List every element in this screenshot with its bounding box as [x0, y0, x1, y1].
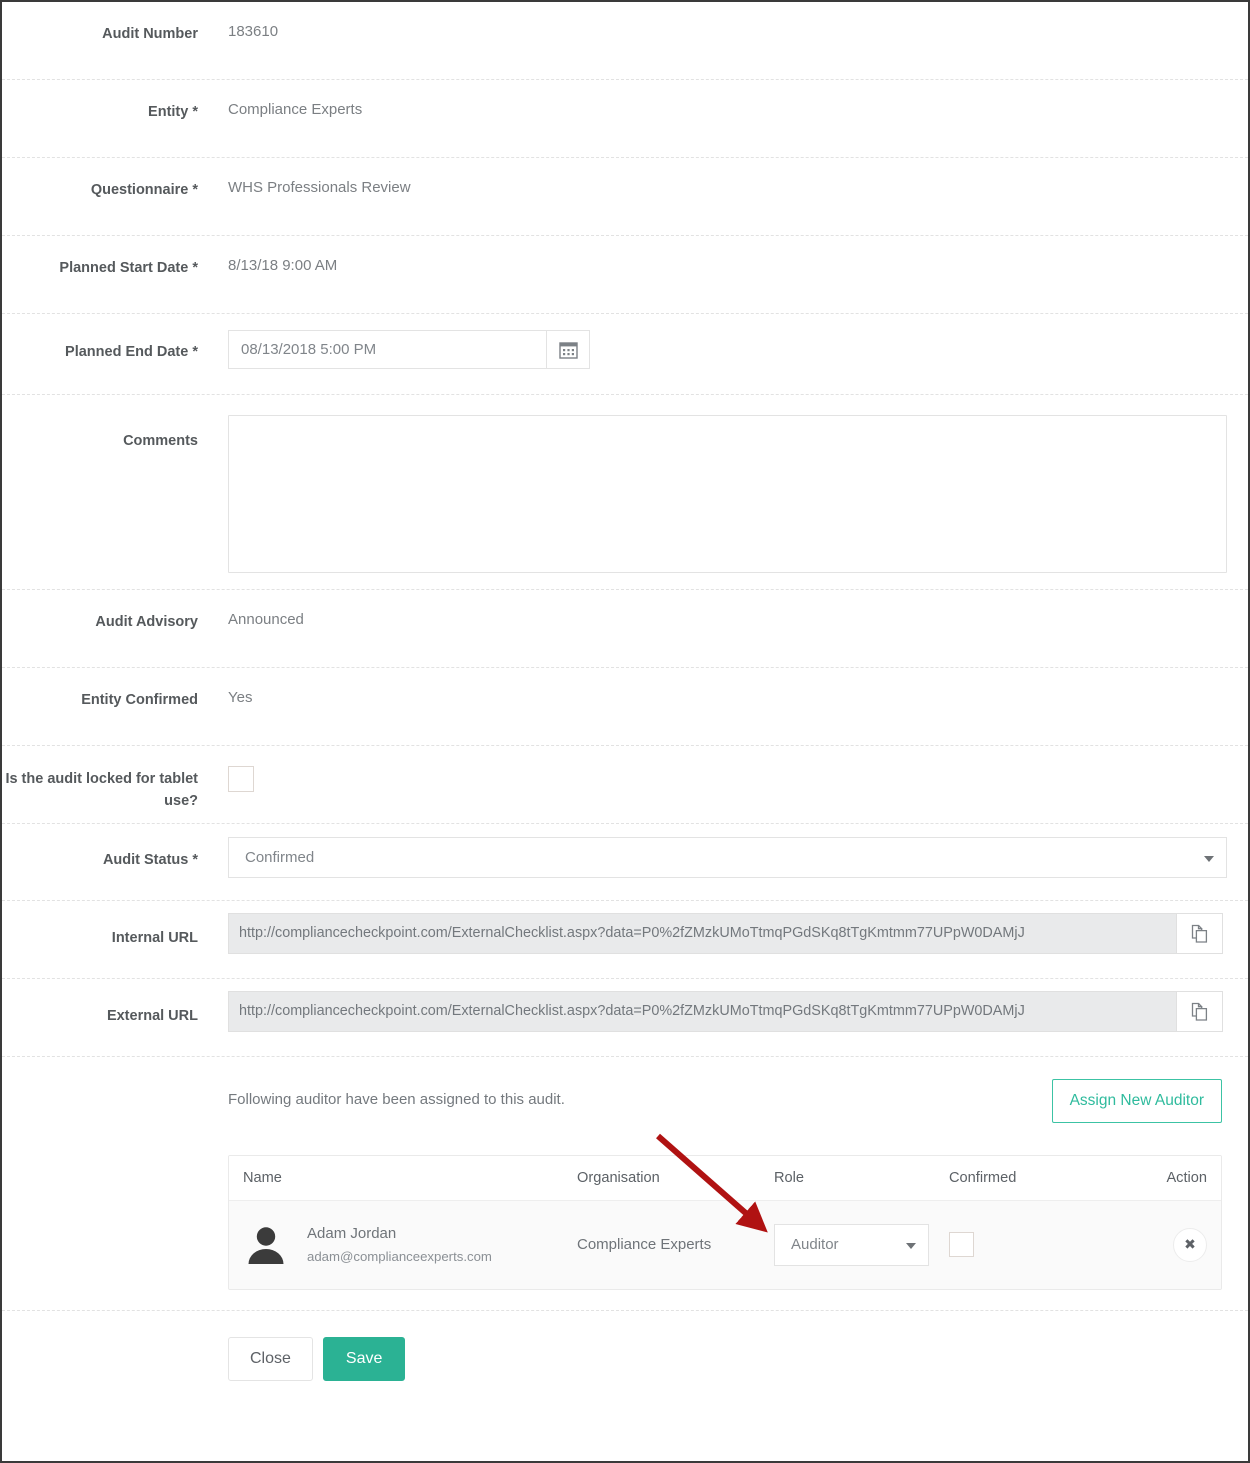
save-button[interactable]: Save [322, 1336, 406, 1381]
column-header-role: Role [774, 1169, 805, 1186]
form-row-audit-status: Audit Status * Confirmed [2, 824, 1248, 901]
label-planned-end-date: Planned End Date * [65, 344, 198, 360]
tablet-lock-checkbox[interactable] [228, 766, 254, 792]
auditor-role-cell: Auditor [774, 1223, 949, 1266]
audit-details-page: Audit Number 183610 Entity * Compliance … [0, 0, 1250, 1463]
copy-icon [1191, 924, 1208, 943]
close-icon: ✖ [1184, 1236, 1196, 1252]
auditor-role-selected-value: Auditor [791, 1235, 839, 1253]
label-audit-number: Audit Number [102, 26, 198, 42]
auditor-email: adam@complianceexperts.com [307, 1248, 492, 1264]
form-row-tablet-lock: Is the audit locked for tablet use? [2, 746, 1248, 824]
chevron-down-icon [1204, 855, 1214, 862]
value-questionnaire: WHS Professionals Review [228, 179, 411, 196]
form-row-comments: Comments [2, 395, 1248, 590]
auditors-note: Following auditor have been assigned to … [228, 1091, 565, 1108]
label-comments: Comments [123, 433, 198, 449]
label-entity: Entity * [148, 104, 198, 120]
auditors-table-header: Name Organisation Role Confirmed Action [229, 1155, 1221, 1201]
form-row-questionnaire: Questionnaire * WHS Professionals Review [2, 158, 1248, 236]
chevron-down-icon [906, 1242, 916, 1249]
column-header-action: Action [1166, 1169, 1207, 1186]
external-url-field-wrap: http://compliancecheckpoint.com/External… [198, 979, 1248, 1032]
remove-auditor-button[interactable]: ✖ [1173, 1227, 1207, 1262]
value-entity: Compliance Experts [228, 101, 363, 118]
comments-textarea[interactable] [228, 415, 1227, 573]
external-url-input[interactable]: http://compliancecheckpoint.com/External… [228, 991, 1176, 1032]
calendar-icon [558, 342, 578, 359]
internal-url-field-wrap: http://compliancecheckpoint.com/External… [198, 901, 1248, 954]
form-row-internal-url: Internal URL http://compliancecheckpoint… [2, 901, 1248, 979]
value-audit-advisory: Announced [228, 611, 304, 628]
value-audit-number: 183610 [228, 23, 279, 40]
label-tablet-lock: Is the audit locked for tablet use? [5, 771, 198, 810]
auditor-confirmed-cell [949, 1232, 1127, 1257]
planned-end-date-field-wrap: 08/13/2018 5:00 PM [198, 314, 1248, 369]
column-header-organisation: Organisation [577, 1169, 660, 1186]
planned-end-date-input[interactable]: 08/13/2018 5:00 PM [228, 330, 546, 369]
audit-status-select[interactable]: Confirmed [228, 837, 1227, 878]
auditors-section: Following auditor have been assigned to … [2, 1057, 1248, 1311]
form-row-external-url: External URL http://compliancecheckpoint… [2, 979, 1248, 1057]
form-row-planned-end-date: Planned End Date * 08/13/2018 5:00 PM [2, 314, 1248, 395]
form-row-planned-start-date: Planned Start Date * 8/13/18 9:00 AM [2, 236, 1248, 314]
auditor-name: Adam Jordan [307, 1224, 397, 1242]
label-audit-advisory: Audit Advisory [95, 614, 198, 630]
auditor-organisation: Compliance Experts [577, 1236, 712, 1253]
label-entity-confirmed: Entity Confirmed [81, 692, 198, 708]
label-external-url: External URL [106, 1008, 198, 1024]
internal-url-input[interactable]: http://compliancecheckpoint.com/External… [228, 913, 1176, 954]
form-row-audit-number: Audit Number 183610 [2, 2, 1248, 80]
column-header-name: Name [243, 1169, 282, 1186]
copy-icon [1191, 1002, 1208, 1021]
tablet-lock-field-wrap [198, 746, 1248, 792]
table-row: Adam Jordan adam@complianceexperts.com C… [229, 1200, 1221, 1289]
form-row-entity-confirmed: Entity Confirmed Yes [2, 668, 1248, 746]
auditor-confirmed-checkbox[interactable] [949, 1232, 974, 1257]
form-row-audit-advisory: Audit Advisory Announced [2, 590, 1248, 668]
assign-new-auditor-button[interactable]: Assign New Auditor [1051, 1079, 1222, 1123]
label-questionnaire: Questionnaire * [90, 182, 198, 198]
label-internal-url: Internal URL [111, 930, 198, 946]
auditor-action-cell: ✖ [1127, 1227, 1207, 1262]
auditor-role-select[interactable]: Auditor [774, 1223, 929, 1266]
column-header-confirmed: Confirmed [949, 1169, 1017, 1186]
form-row-entity: Entity * Compliance Experts [2, 80, 1248, 158]
form-footer: Close Save [2, 1311, 1248, 1381]
avatar-icon [248, 1226, 284, 1264]
value-entity-confirmed: Yes [228, 689, 253, 706]
audit-status-field-wrap: Confirmed [198, 824, 1248, 878]
label-audit-status: Audit Status * [102, 852, 198, 868]
audit-status-selected-value: Confirmed [245, 849, 315, 866]
auditors-table: Name Organisation Role Confirmed Action … [228, 1154, 1222, 1290]
calendar-picker-button[interactable] [546, 330, 590, 369]
copy-external-url-button[interactable] [1176, 991, 1223, 1032]
copy-internal-url-button[interactable] [1176, 913, 1223, 954]
close-button[interactable]: Close [228, 1336, 313, 1381]
label-planned-start-date: Planned Start Date * [59, 260, 198, 276]
value-planned-start-date: 8/13/18 9:00 AM [228, 257, 338, 274]
auditor-identity-cell: Adam Jordan adam@complianceexperts.com [243, 1222, 577, 1268]
comments-field-wrap [198, 395, 1248, 573]
